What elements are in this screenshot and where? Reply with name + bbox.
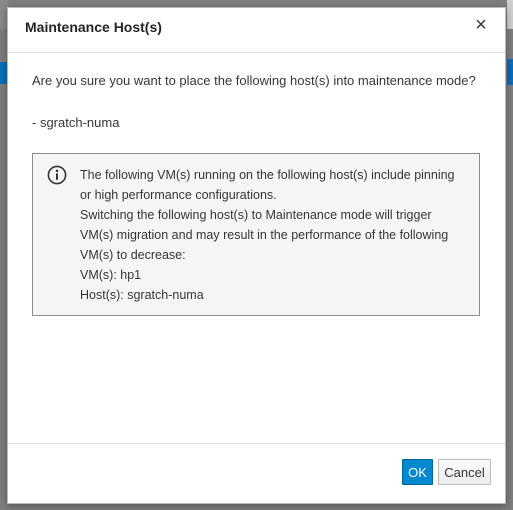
dialog-title: Maintenance Host(s) xyxy=(25,19,162,35)
info-alert: The following VM(s) running on the follo… xyxy=(32,153,480,316)
ok-button[interactable]: OK xyxy=(402,459,433,485)
close-icon[interactable]: × xyxy=(471,14,491,36)
alert-line: The following VM(s) running on the follo… xyxy=(80,168,455,182)
dialog-header: Maintenance Host(s) × xyxy=(8,8,505,53)
dialog-body: Are you sure you want to place the follo… xyxy=(8,53,505,445)
dialog-footer: OK Cancel xyxy=(8,443,505,503)
background-selected-row-sliver-right xyxy=(507,59,513,85)
alert-line: VM(s): hp1 xyxy=(80,268,142,282)
confirmation-question: Are you sure you want to place the follo… xyxy=(32,73,476,88)
maintenance-dialog: Maintenance Host(s) × Are you sure you w… xyxy=(7,7,506,504)
app-background: Maintenance Host(s) × Are you sure you w… xyxy=(0,0,513,510)
host-list-item: - sgratch-numa xyxy=(32,115,120,130)
alert-line: Host(s): sgratch-numa xyxy=(80,288,204,302)
background-header-sliver-right xyxy=(507,0,513,29)
alert-message: The following VM(s) running on the follo… xyxy=(80,165,470,305)
info-icon xyxy=(47,165,67,185)
alert-line: Switching the following host(s) to Maint… xyxy=(80,208,432,222)
cancel-button[interactable]: Cancel xyxy=(438,459,491,485)
alert-line: or high performance configurations. xyxy=(80,188,277,202)
alert-line: VM(s) to decrease: xyxy=(80,248,186,262)
alert-line: VM(s) migration and may result in the pe… xyxy=(80,228,449,242)
